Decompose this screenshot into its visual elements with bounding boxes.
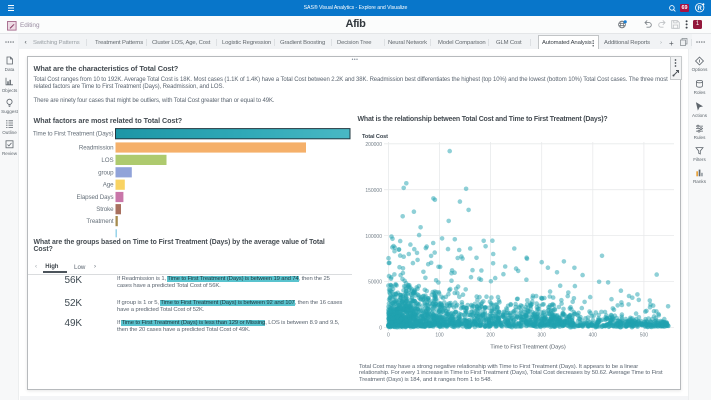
svg-text:150000: 150000 <box>365 188 382 194</box>
svg-text:Time to First Treatment (Days): Time to First Treatment (Days) <box>490 345 566 351</box>
svg-text:0: 0 <box>387 333 390 339</box>
svg-text:300: 300 <box>538 333 547 339</box>
svg-text:100000: 100000 <box>365 234 382 240</box>
svg-text:400: 400 <box>589 333 598 339</box>
svg-text:100: 100 <box>435 333 444 339</box>
svg-text:0: 0 <box>379 326 382 332</box>
svg-text:50000: 50000 <box>368 280 382 286</box>
svg-text:Total Cost: Total Cost <box>362 134 388 140</box>
svg-text:200000: 200000 <box>365 142 382 148</box>
svg-text:200: 200 <box>486 333 495 339</box>
svg-text:500: 500 <box>640 333 649 339</box>
